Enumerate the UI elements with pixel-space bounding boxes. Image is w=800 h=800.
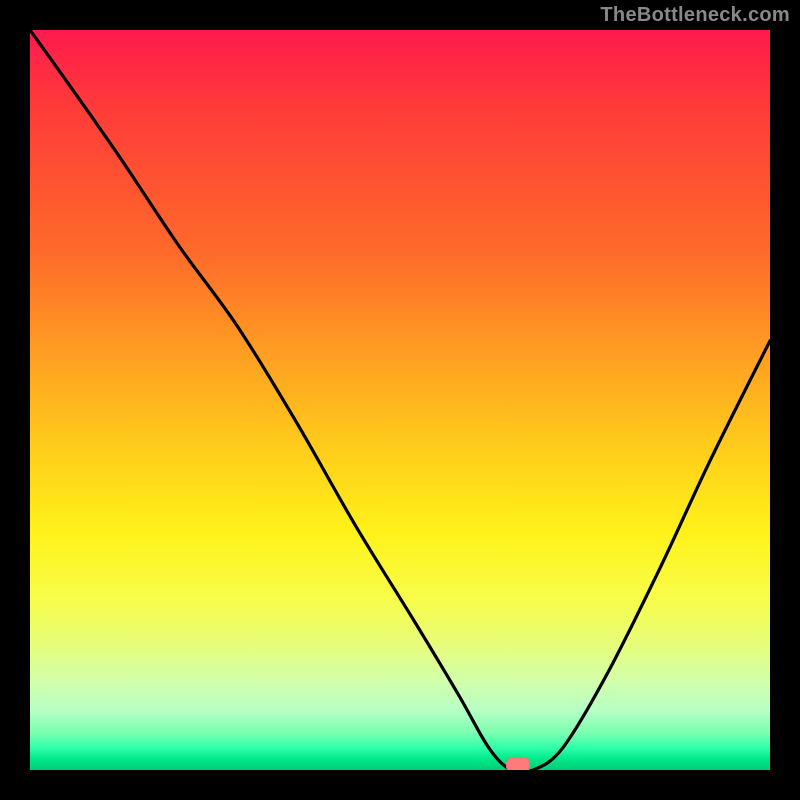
watermark-text: TheBottleneck.com [600, 4, 790, 27]
bottleneck-curve [30, 30, 770, 770]
chart-frame: TheBottleneck.com [0, 0, 800, 800]
plot-area [30, 30, 770, 770]
optimal-marker [506, 757, 530, 770]
